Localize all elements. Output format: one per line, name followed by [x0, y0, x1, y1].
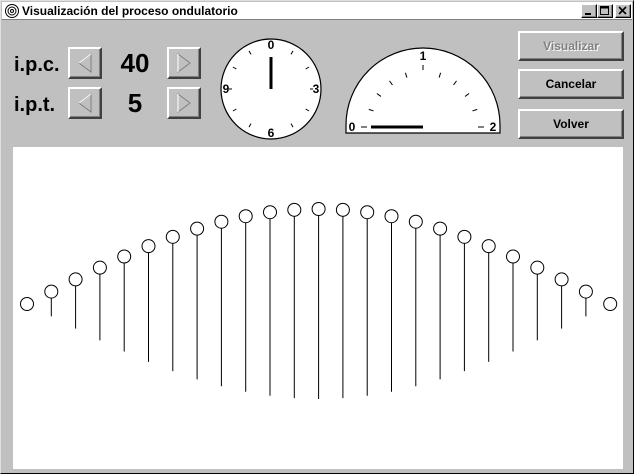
particle-circle: [384, 209, 399, 224]
clock-dial: 0 3 6 9: [220, 38, 322, 140]
wave-particle: [554, 272, 569, 329]
minimize-icon: [585, 13, 591, 15]
particle-circle: [603, 297, 618, 311]
particle-circle: [287, 202, 302, 217]
ipc-decrease-button[interactable]: [68, 47, 102, 79]
gauge-dial: 1 0 2: [345, 47, 501, 134]
particle-circle: [92, 260, 107, 275]
particle-circle: [360, 205, 375, 220]
wave-particle: [165, 229, 180, 372]
left-arrow-icon: [78, 93, 92, 113]
title-bar[interactable]: Visualización del proceso ondulatorio: [2, 2, 632, 20]
wave-canvas: [13, 147, 623, 469]
close-button[interactable]: [615, 4, 631, 18]
gauge-label-right: 2: [490, 120, 497, 134]
particle-circle: [554, 272, 569, 287]
wave-particle: [457, 229, 472, 372]
wave-particle: [506, 249, 520, 352]
particle-circle: [481, 239, 496, 254]
wave-particle: [190, 221, 205, 380]
ipt-increase-button[interactable]: [167, 87, 201, 119]
ipc-increase-button[interactable]: [167, 47, 201, 79]
wave-particle: [92, 260, 107, 341]
wave-particle: [578, 284, 593, 317]
particle-circle: [165, 229, 180, 244]
particle-circle: [238, 209, 253, 224]
ipt-value: 5: [127, 88, 143, 118]
wave-particle: [433, 221, 448, 380]
wave-particle: [360, 205, 375, 396]
wave-particle: [287, 202, 302, 399]
ipc-label: i.p.c.: [14, 54, 60, 76]
particle-circle: [68, 272, 83, 287]
wave-particle: [603, 297, 618, 311]
particle-circle: [20, 297, 34, 311]
particle-circle: [44, 284, 59, 299]
spiral-icon: [5, 4, 19, 18]
window-title: Visualización del proceso ondulatorio: [22, 4, 238, 18]
ipt-label: i.p.t.: [14, 94, 56, 116]
left-arrow-icon: [78, 53, 92, 73]
volver-button[interactable]: Volver: [518, 109, 624, 139]
ipc-value: 40: [120, 48, 150, 78]
wave-particle: [481, 239, 496, 362]
maximize-icon: [600, 6, 609, 15]
particle-circle: [506, 249, 520, 264]
particle-circle: [408, 214, 423, 229]
gauge-label-top: 1: [420, 49, 427, 63]
clock-label-right: 3: [313, 82, 320, 96]
particle-circle: [433, 221, 448, 236]
wave-particle: [384, 209, 399, 392]
app-window: Visualización del proceso ondulatorio i.…: [0, 0, 634, 474]
particle-circle: [578, 284, 593, 299]
close-icon: [618, 6, 627, 15]
wave-particle: [238, 209, 253, 392]
particle-circle: [190, 221, 205, 236]
visualizar-button[interactable]: Visualizar: [518, 31, 624, 61]
clock-label-top: 0: [268, 38, 275, 52]
wave-particle: [335, 202, 350, 399]
clock-label-left: 9: [223, 82, 230, 96]
particle-circle: [141, 239, 156, 254]
particle-circle: [263, 205, 277, 220]
wave-particle: [263, 205, 277, 396]
particle-circle: [335, 202, 350, 217]
particle-circle: [117, 249, 132, 264]
minimize-button[interactable]: [581, 4, 597, 18]
wave-particle: [408, 214, 423, 387]
wave-particle: [214, 214, 229, 387]
wave-particle: [20, 297, 34, 311]
particle-circle: [457, 229, 472, 244]
right-arrow-icon: [177, 93, 191, 113]
ipt-decrease-button[interactable]: [68, 87, 102, 119]
clock-label-bottom: 6: [268, 126, 275, 140]
particle-circle: [214, 214, 229, 229]
gauge-label-left: 0: [349, 120, 356, 134]
particle-circle: [311, 202, 326, 216]
wave-particles: [20, 202, 618, 399]
wave-particle: [44, 284, 59, 317]
wave-particle: [530, 260, 545, 341]
wave-particle: [117, 249, 132, 352]
particle-circle: [530, 260, 545, 275]
wave-particle: [311, 202, 326, 399]
wave-particle: [68, 272, 83, 329]
maximize-button[interactable]: [597, 4, 613, 18]
cancelar-button[interactable]: Cancelar: [518, 69, 624, 99]
wave-particle: [141, 239, 156, 362]
right-arrow-icon: [177, 53, 191, 73]
